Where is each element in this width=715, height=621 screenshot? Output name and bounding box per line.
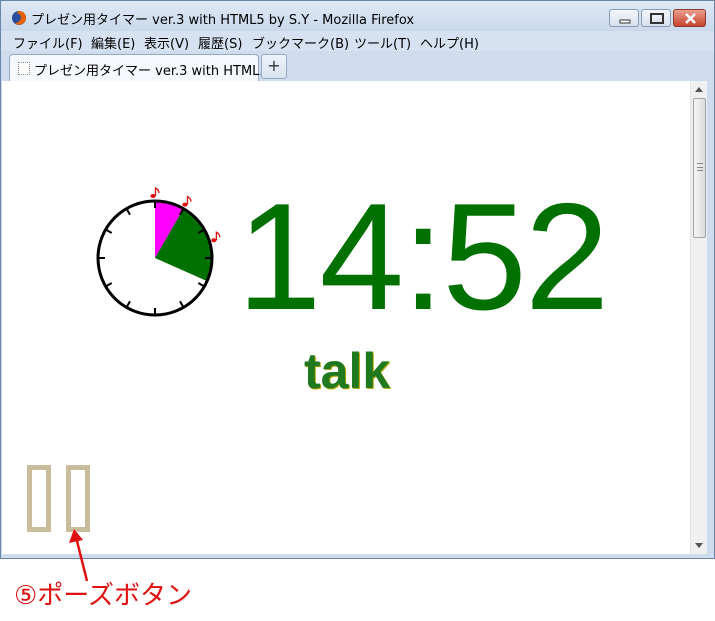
window-title: プレゼン用タイマー ver.3 with HTML5 by S.Y - Mozi… — [31, 13, 415, 28]
clock-face — [96, 186, 221, 317]
annotation-arrow — [69, 529, 89, 582]
menu-file[interactable]: ファイル(F) — [13, 33, 83, 52]
minimize-button[interactable] — [609, 9, 639, 27]
phase-label: talk — [304, 343, 391, 399]
tab-label: プレゼン用タイマー ver.3 with HTML... — [34, 64, 272, 79]
close-icon — [685, 13, 696, 24]
music-note-icon — [211, 231, 221, 243]
menu-bookmarks[interactable]: ブックマーク(B) — [252, 33, 349, 52]
scroll-down-icon[interactable] — [695, 543, 703, 548]
menu-edit[interactable]: 編集(E) — [91, 33, 135, 52]
menu-help[interactable]: ヘルプ(H) — [420, 33, 479, 52]
clock-tick — [197, 282, 205, 288]
scroll-thumb[interactable] — [693, 98, 706, 238]
minimize-icon — [619, 19, 631, 24]
music-note-icon — [182, 195, 192, 207]
clock-tick — [125, 208, 131, 216]
page-icon — [18, 62, 30, 75]
vertical-scrollbar[interactable] — [690, 81, 707, 554]
clock-tick — [105, 228, 113, 234]
clock-tick — [105, 282, 113, 288]
firefox-icon — [12, 11, 26, 25]
title-bar[interactable]: プレゼン用タイマー ver.3 with HTML5 by S.Y - Mozi… — [1, 1, 714, 31]
page-content: 14:52 talk — [2, 81, 690, 554]
pause-icon-left-bar — [27, 465, 51, 532]
menu-tools[interactable]: ツール(T) — [354, 33, 411, 52]
new-tab-button[interactable]: + — [261, 54, 287, 79]
timer-display: 14:52 — [237, 172, 609, 342]
clock-tick — [125, 300, 131, 308]
grip-icon — [697, 163, 703, 171]
clock-tick — [179, 300, 185, 308]
browser-window: プレゼン用タイマー ver.3 with HTML5 by S.Y - Mozi… — [0, 0, 715, 559]
maximize-icon — [650, 13, 664, 24]
menu-history[interactable]: 履歴(S) — [198, 33, 242, 52]
menu-view[interactable]: 表示(V) — [144, 33, 189, 52]
close-button[interactable] — [673, 9, 706, 27]
tab-strip: プレゼン用タイマー ver.3 with HTML... + — [1, 51, 714, 81]
scroll-up-icon[interactable] — [695, 87, 703, 92]
tab-timer[interactable]: プレゼン用タイマー ver.3 with HTML... — [9, 54, 272, 81]
pause-icon-right-bar — [66, 465, 90, 532]
music-note-icon — [150, 186, 160, 198]
annotation-label: ⑤ポーズボタン — [14, 581, 193, 611]
maximize-button[interactable] — [641, 9, 671, 27]
menu-bar: ファイル(F) 編集(E) 表示(V) 履歴(S) ブックマーク(B) ツール(… — [1, 31, 714, 52]
